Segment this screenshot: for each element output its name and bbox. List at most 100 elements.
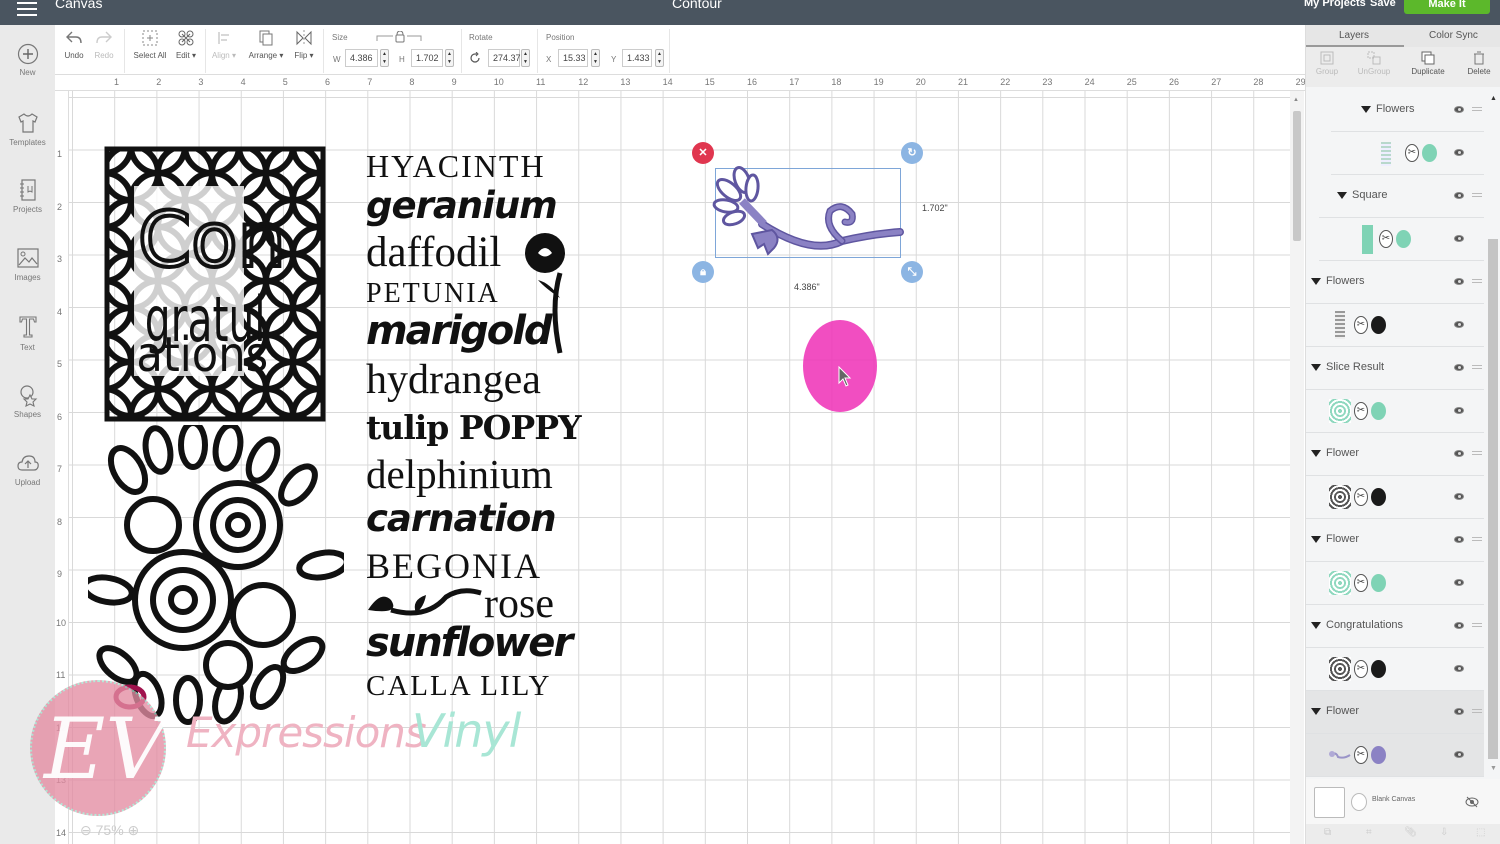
layer-item-row[interactable]: ✂︎ (1306, 562, 1484, 605)
visibility-eye-icon[interactable] (1454, 493, 1464, 500)
weld-icon[interactable]: ⌗ (1366, 827, 1372, 838)
collapse-triangle-icon[interactable] (1311, 708, 1321, 715)
scroll-down-icon[interactable]: ▼ (1490, 765, 1497, 772)
visibility-eye-icon[interactable] (1454, 536, 1464, 543)
lock-handle[interactable]: 🔒︎ (692, 261, 714, 283)
cut-scissors-icon[interactable]: ✂︎ (1379, 230, 1393, 248)
attach-icon[interactable]: 📎︎ (1404, 827, 1417, 838)
slice-icon[interactable]: ⧉ (1324, 827, 1331, 838)
visibility-eye-icon[interactable] (1454, 278, 1464, 285)
resize-handle[interactable]: ⤡ (901, 261, 923, 283)
sidebar-item-new[interactable]: New (0, 43, 55, 77)
canvas-scrollbar[interactable]: ▲ (1290, 91, 1304, 844)
hamburger-menu-icon[interactable] (17, 2, 37, 16)
drag-handle-icon[interactable] (1472, 279, 1482, 283)
layer-group-row[interactable]: Square (1319, 175, 1484, 218)
cut-scissors-icon[interactable]: ✂︎ (1354, 402, 1368, 420)
delete-button[interactable]: Delete (1464, 51, 1494, 76)
width-stepper[interactable]: ▲ ▼ (380, 49, 389, 67)
tab-layers[interactable]: Layers (1339, 30, 1369, 41)
drag-handle-icon[interactable] (1472, 537, 1482, 541)
visibility-eye-icon[interactable] (1454, 106, 1464, 113)
collapse-triangle-icon[interactable] (1311, 450, 1321, 457)
layer-color-swatch[interactable] (1371, 746, 1386, 764)
rotate-stepper[interactable]: ▲ ▼ (521, 49, 530, 67)
hide-eye-icon[interactable] (1465, 796, 1479, 808)
layer-item-row[interactable]: ✂︎ (1306, 734, 1484, 777)
rotate-input[interactable]: 274.37 (488, 49, 521, 67)
ungroup-button[interactable]: UnGroup (1356, 51, 1392, 76)
layer-color-swatch[interactable] (1371, 488, 1386, 506)
scroll-up-icon[interactable]: ▲ (1293, 97, 1299, 103)
width-input[interactable]: 4.386 (345, 49, 378, 67)
flip-dropdown[interactable]: Flip ▾ (291, 29, 317, 60)
visibility-eye-icon[interactable] (1454, 708, 1464, 715)
layer-color-swatch[interactable] (1371, 316, 1386, 334)
blank-canvas-row[interactable]: Blank Canvas (1306, 779, 1500, 824)
layer-group-row[interactable]: Flower (1306, 691, 1484, 734)
collapse-triangle-icon[interactable] (1311, 536, 1321, 543)
sidebar-item-projects[interactable]: Projects (0, 178, 55, 214)
cut-scissors-icon[interactable]: ✂︎ (1354, 746, 1368, 764)
select-all-button[interactable]: Select All (131, 29, 169, 60)
visibility-eye-icon[interactable] (1454, 364, 1464, 371)
redo-button[interactable]: Redo (93, 29, 115, 60)
collapse-triangle-icon[interactable] (1337, 192, 1347, 199)
sidebar-item-images[interactable]: Images (0, 246, 55, 282)
layer-color-swatch[interactable] (1371, 402, 1386, 420)
scroll-up-icon[interactable]: ▲ (1490, 95, 1497, 102)
drag-handle-icon[interactable] (1472, 365, 1482, 369)
visibility-eye-icon[interactable] (1454, 622, 1464, 629)
blank-canvas-swatch[interactable] (1314, 787, 1345, 818)
layer-group-row[interactable]: Flower (1306, 519, 1484, 562)
arrange-dropdown[interactable]: Arrange ▾ (247, 29, 285, 60)
tab-color-sync[interactable]: Color Sync (1429, 30, 1478, 41)
make-it-button[interactable]: Make It (1404, 0, 1490, 14)
y-position-input[interactable]: 1.433 (622, 49, 652, 67)
collapse-triangle-icon[interactable] (1361, 106, 1371, 113)
layer-color-swatch[interactable] (1422, 144, 1437, 162)
layers-scrollbar[interactable]: ▲ ▼ (1486, 89, 1500, 779)
visibility-eye-icon[interactable] (1454, 149, 1464, 156)
layer-color-swatch[interactable] (1396, 230, 1411, 248)
layer-item-row[interactable]: ✂︎ (1306, 390, 1484, 433)
cut-scissors-icon[interactable]: ✂︎ (1354, 316, 1368, 334)
layer-item-row[interactable]: ✂︎ (1306, 648, 1484, 691)
drag-handle-icon[interactable] (1472, 451, 1482, 455)
edit-dropdown[interactable]: Edit ▾ (173, 29, 199, 60)
sidebar-item-templates[interactable]: Templates (0, 111, 55, 147)
undo-button[interactable]: Undo (63, 29, 85, 60)
drag-handle-icon[interactable] (1472, 193, 1482, 197)
drag-handle-icon[interactable] (1472, 623, 1482, 627)
my-projects-link[interactable]: My Projects (1304, 0, 1366, 9)
height-stepper[interactable]: ▲ ▼ (445, 49, 454, 67)
visibility-eye-icon[interactable] (1454, 665, 1464, 672)
lock-aspect-icon[interactable] (375, 30, 425, 43)
zoom-indicator[interactable]: ⊖ 75% ⊕ (80, 822, 139, 839)
group-button[interactable]: Group (1314, 51, 1340, 76)
layer-group-row[interactable]: Flower (1306, 433, 1484, 476)
layer-item-row[interactable]: ✂︎ (1331, 132, 1484, 175)
drag-handle-icon[interactable] (1472, 709, 1482, 713)
layer-group-row[interactable]: Slice Result (1306, 347, 1484, 390)
delete-handle[interactable]: ✕ (692, 142, 714, 164)
canvas-scrollbar-thumb[interactable] (1293, 111, 1301, 241)
contour-icon[interactable]: ⬚ (1476, 827, 1485, 838)
y-position-stepper[interactable]: ▲ ▼ (655, 49, 664, 67)
collapse-triangle-icon[interactable] (1311, 278, 1321, 285)
layer-color-swatch[interactable] (1371, 660, 1386, 678)
blank-canvas-color-dot[interactable] (1351, 793, 1367, 811)
save-link[interactable]: Save (1370, 0, 1396, 9)
collapse-triangle-icon[interactable] (1311, 622, 1321, 629)
duplicate-button[interactable]: Duplicate (1408, 51, 1448, 76)
selected-flower-shape[interactable] (712, 166, 904, 260)
cut-scissors-icon[interactable]: ✂︎ (1354, 488, 1368, 506)
flatten-icon[interactable]: ⇩ (1440, 827, 1448, 838)
align-dropdown[interactable]: Align ▾ (211, 29, 237, 60)
layer-color-swatch[interactable] (1371, 574, 1386, 592)
visibility-eye-icon[interactable] (1454, 235, 1464, 242)
x-position-input[interactable]: 15.33 (558, 49, 588, 67)
visibility-eye-icon[interactable] (1454, 751, 1464, 758)
layer-item-row[interactable]: ✂︎ (1319, 218, 1484, 261)
congratulations-design[interactable]: Con gratul ations (104, 146, 326, 422)
